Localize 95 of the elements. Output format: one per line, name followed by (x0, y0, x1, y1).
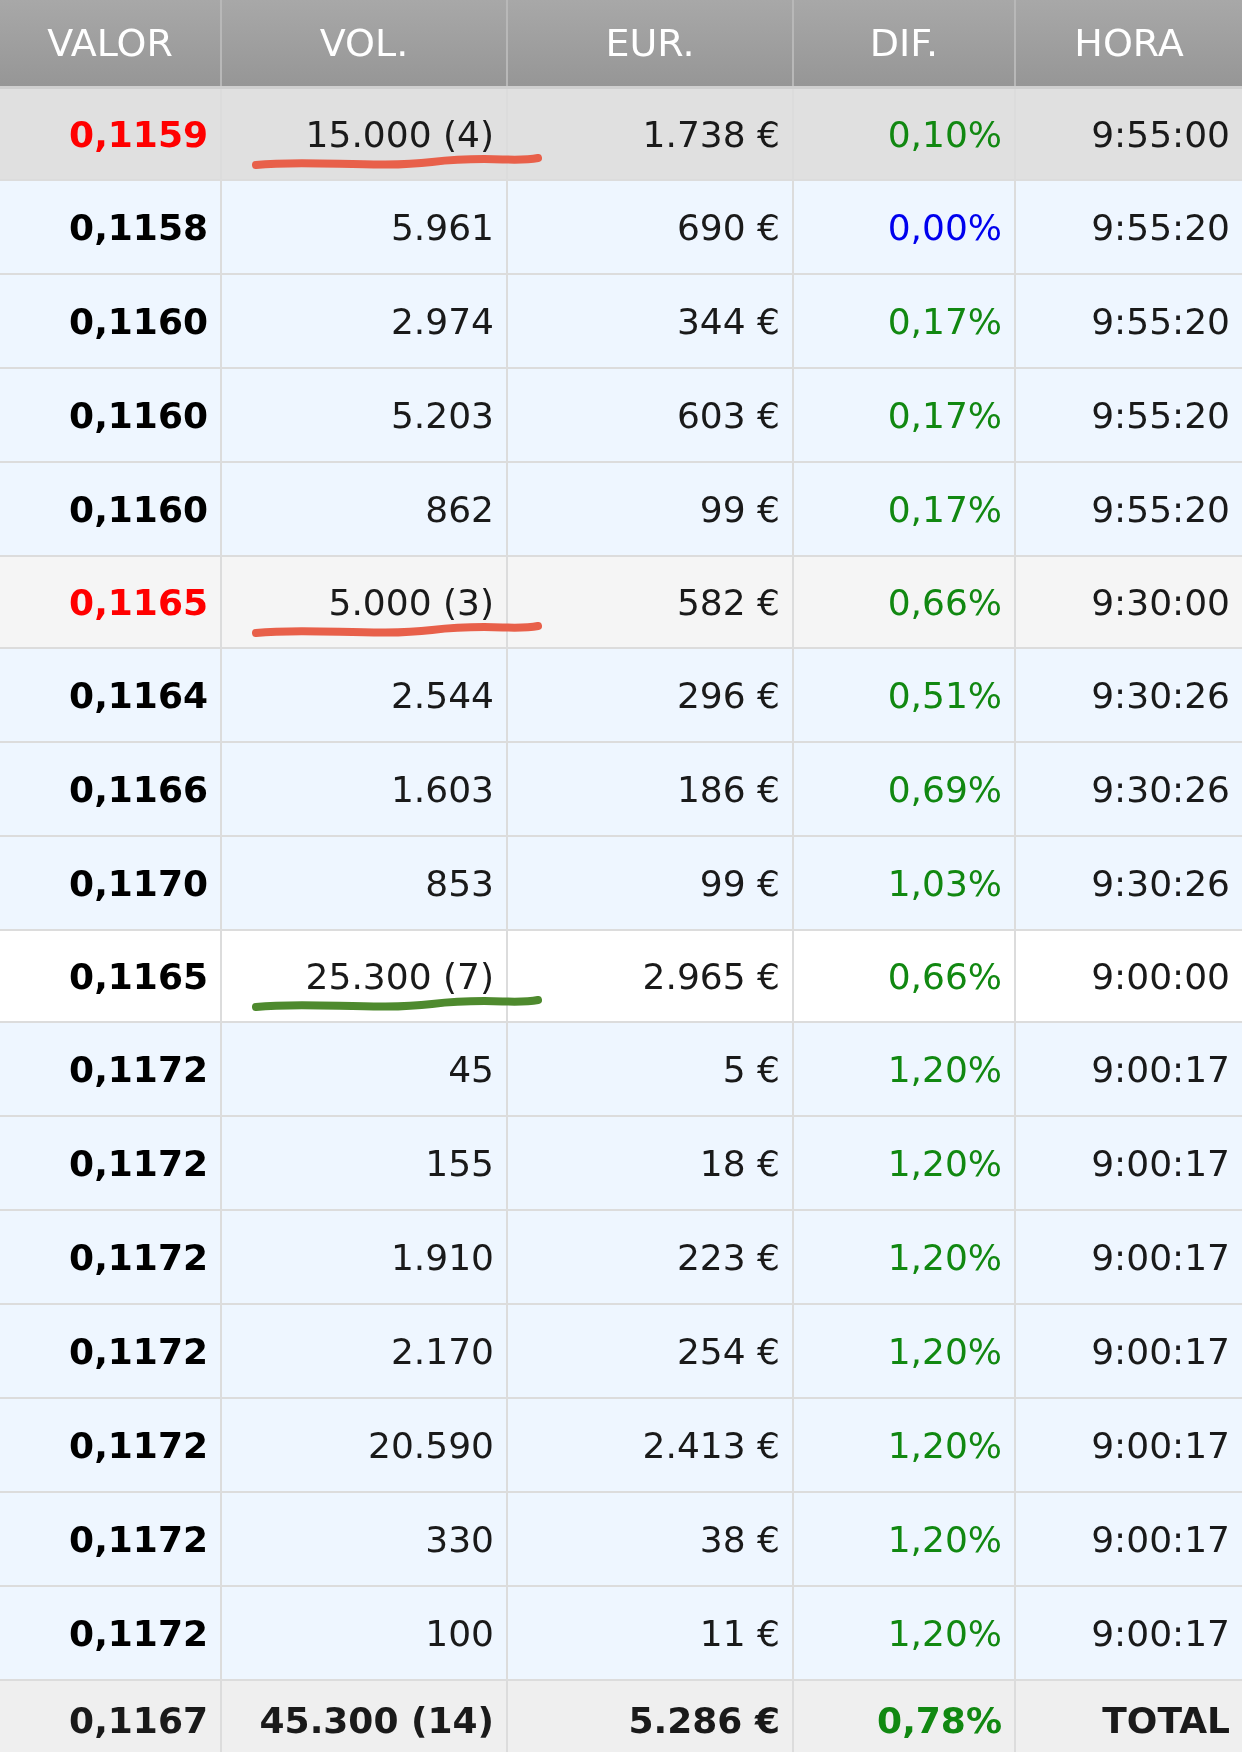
time-cell-text: 9:00:17 (1090, 1423, 1231, 1468)
volume-text: 2.170 (390, 1330, 494, 1372)
change-cell: 0,17% (794, 275, 1016, 367)
amount-cell: 99 € (508, 463, 794, 555)
total-label: TOTAL (1101, 1698, 1231, 1743)
amount-cell: 5 € (508, 1023, 794, 1115)
price-cell: 0,1165 (0, 557, 222, 647)
volume-text: 862 (425, 488, 494, 530)
price-cell: 0,1172 (0, 1399, 222, 1491)
volume-text: 5.961 (390, 206, 494, 248)
time-cell-text: 9:00:17 (1090, 1141, 1231, 1186)
time-cell-text: 9:55:20 (1090, 487, 1231, 532)
price-cell: 0,1164 (0, 649, 222, 741)
volume-text: 2.974 (390, 300, 494, 342)
change-cell: 1,03% (794, 837, 1016, 929)
change-cell: 1,20% (794, 1493, 1016, 1585)
amount-cell: 2.965 € (508, 931, 794, 1021)
volume-text: 5.203 (390, 394, 494, 436)
volume-text: 100 (425, 1612, 494, 1654)
price-cell: 0,1172 (0, 1211, 222, 1303)
column-header: HORA (1073, 20, 1185, 67)
price-cell: 0,1160 (0, 463, 222, 555)
change-cell: 0,66% (794, 557, 1016, 647)
time-cell-text: 9:55:20 (1090, 205, 1231, 250)
total-change-cell: 0,78% (794, 1681, 1016, 1752)
amount-cell: 11 € (508, 1587, 794, 1679)
column-header: DIF. (794, 0, 1016, 86)
volume-text: 330 (425, 1518, 494, 1560)
amount-cell: 18 € (508, 1117, 794, 1209)
amount-cell: 344 € (508, 275, 794, 367)
amount-cell: 186 € (508, 743, 794, 835)
total-amount-cell: 5.286 € (508, 1681, 794, 1752)
amount-cell: 603 € (508, 369, 794, 461)
change-cell: 1,20% (794, 1211, 1016, 1303)
amount-cell: 582 € (508, 557, 794, 647)
volume-text: 15.000 (4) (305, 113, 494, 155)
time-cell-text: 9:00:17 (1090, 1517, 1231, 1562)
time-cell-text: 9:00:17 (1090, 1329, 1231, 1374)
time-cell-text: 9:00:00 (1090, 954, 1231, 999)
change-cell: 0,17% (794, 463, 1016, 555)
amount-cell: 254 € (508, 1305, 794, 1397)
total-volume-cell: 45.300 (14) (222, 1681, 508, 1752)
change-cell: 0,17% (794, 369, 1016, 461)
time-cell-text: 9:00:17 (1090, 1611, 1231, 1656)
price-cell: 0,1158 (0, 181, 222, 273)
column-header: VOL. (222, 0, 508, 86)
change-cell: 1,20% (794, 1023, 1016, 1115)
time-cell-text: 9:30:26 (1090, 673, 1231, 718)
price-cell: 0,1170 (0, 837, 222, 929)
volume-text: 25.300 (7) (305, 955, 494, 997)
time-cell-text: 9:30:26 (1090, 861, 1231, 906)
time-cell-text: 9:00:17 (1090, 1235, 1231, 1280)
amount-cell: 296 € (508, 649, 794, 741)
price-cell: 0,1160 (0, 275, 222, 367)
price-cell: 0,1172 (0, 1023, 222, 1115)
volume-text: 1.603 (390, 768, 494, 810)
amount-cell: 223 € (508, 1211, 794, 1303)
change-cell: 1,20% (794, 1587, 1016, 1679)
price-cell: 0,1172 (0, 1493, 222, 1585)
price-cell: 0,1160 (0, 369, 222, 461)
change-cell: 1,20% (794, 1399, 1016, 1491)
time-cell-text: 9:55:20 (1090, 393, 1231, 438)
price-cell: 0,1159 (0, 89, 222, 179)
price-cell: 0,1165 (0, 931, 222, 1021)
change-cell: 0,51% (794, 649, 1016, 741)
change-cell: 0,69% (794, 743, 1016, 835)
amount-cell: 99 € (508, 837, 794, 929)
volume-text: 2.544 (390, 674, 494, 716)
volume-text: 155 (425, 1142, 494, 1184)
price-cell: 0,1172 (0, 1587, 222, 1679)
change-cell: 0,00% (794, 181, 1016, 273)
volume-text: 20.590 (368, 1424, 494, 1466)
volume-text: 5.000 (3) (328, 581, 494, 623)
time-cell-text: 9:30:26 (1090, 767, 1231, 812)
amount-cell: 2.413 € (508, 1399, 794, 1491)
volume-text: 853 (425, 862, 494, 904)
time-cell-text: 9:00:17 (1090, 1047, 1231, 1092)
price-cell: 0,1172 (0, 1117, 222, 1209)
total-price-cell: 0,1167 (0, 1681, 222, 1752)
time-cell-text: 9:55:00 (1090, 112, 1231, 157)
price-cell: 0,1166 (0, 743, 222, 835)
time-cell-text: 9:30:00 (1090, 580, 1231, 625)
column-header: VALOR (0, 0, 222, 86)
amount-cell: 1.738 € (508, 89, 794, 179)
change-cell: 0,66% (794, 931, 1016, 1021)
time-cell-text: 9:55:20 (1090, 299, 1231, 344)
amount-cell: 690 € (508, 181, 794, 273)
volume-text: 45 (448, 1048, 494, 1090)
price-cell: 0,1172 (0, 1305, 222, 1397)
amount-cell: 38 € (508, 1493, 794, 1585)
volume-text: 1.910 (390, 1236, 494, 1278)
change-cell: 0,10% (794, 89, 1016, 179)
column-header: EUR. (508, 0, 794, 86)
change-cell: 1,20% (794, 1305, 1016, 1397)
change-cell: 1,20% (794, 1117, 1016, 1209)
